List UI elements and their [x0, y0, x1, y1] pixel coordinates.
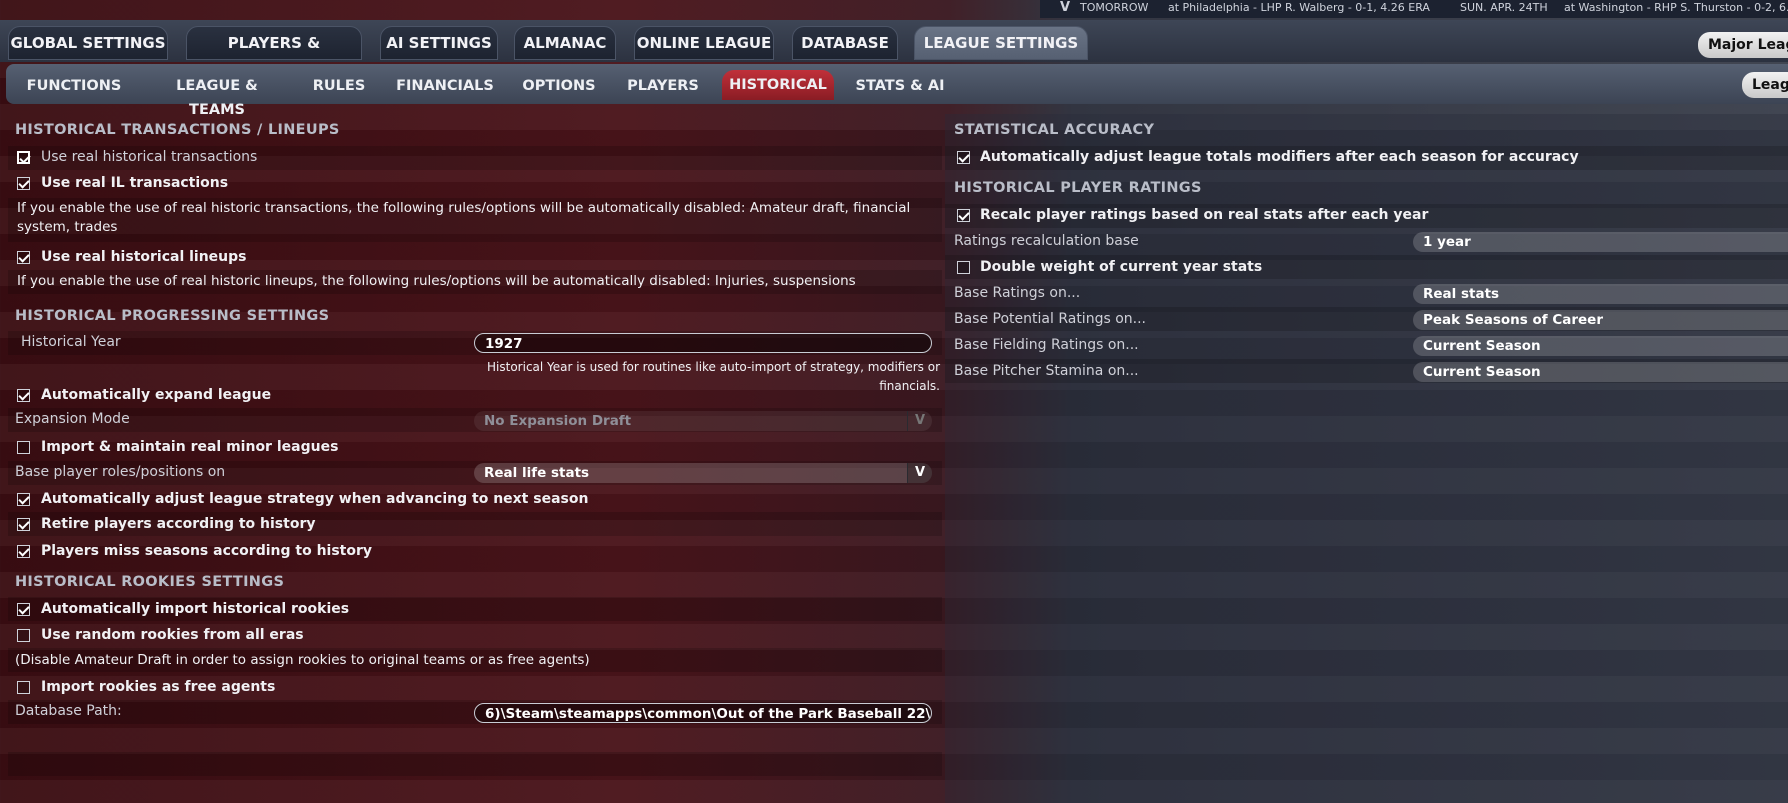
label-base-roles: Base player roles/positions on — [15, 464, 226, 480]
checkbox-auto-expand[interactable] — [17, 389, 30, 402]
label-import-minors: Import & maintain real minor leagues — [41, 439, 339, 455]
league-selector-pill[interactable]: Major League — [1698, 32, 1788, 58]
chevron-down-icon[interactable]: V — [1060, 0, 1070, 15]
note-historical-year: Historical Year is used for routines lik… — [487, 360, 940, 393]
ticker-day-1: TOMORROW — [1080, 1, 1149, 14]
checkbox-double-weight[interactable] — [957, 261, 970, 274]
label-recalc-base: Ratings recalculation base — [954, 233, 1139, 249]
label-base-stamina: Base Pitcher Stamina on... — [954, 363, 1139, 379]
tab-online-league[interactable]: ONLINE LEAGUE — [634, 26, 774, 60]
label-base-fielding: Base Fielding Ratings on... — [954, 337, 1139, 353]
checkbox-use-il[interactable] — [17, 177, 30, 190]
tab-players[interactable]: PLAYERS — [620, 74, 706, 98]
label-recalc: Recalc player ratings based on real stat… — [980, 207, 1429, 223]
label-base-potential: Base Potential Ratings on... — [954, 311, 1146, 327]
select-base-roles-value: Real life stats — [484, 465, 590, 481]
tab-stats-ai[interactable]: STATS & AI — [850, 74, 950, 98]
section-title-ratings: HISTORICAL PLAYER RATINGS — [954, 180, 1202, 196]
label-retire: Retire players according to history — [41, 516, 316, 532]
checkbox-auto-rookies[interactable] — [17, 603, 30, 616]
tab-financials[interactable]: FINANCIALS — [392, 74, 498, 98]
note-transactions: If you enable the use of real historic t… — [17, 200, 911, 235]
select-recalc-base[interactable]: 1 year — [1413, 232, 1788, 252]
label-expansion-mode: Expansion Mode — [15, 411, 130, 427]
schedule-ticker: V TOMORROW at Philadelphia - LHP R. Walb… — [1040, 0, 1788, 18]
label-auto-expand: Automatically expand league — [41, 387, 272, 403]
checkbox-auto-strategy[interactable] — [17, 493, 30, 506]
label-double-weight: Double weight of current year stats — [980, 259, 1263, 275]
checkbox-use-lineups[interactable] — [17, 251, 30, 264]
row-empty — [8, 752, 942, 776]
section-title-accuracy: STATISTICAL ACCURACY — [954, 122, 1155, 138]
checkbox-use-transactions[interactable] — [17, 151, 30, 164]
label-miss-seasons: Players miss seasons according to histor… — [41, 543, 373, 559]
checkbox-recalc[interactable] — [957, 209, 970, 222]
label-use-transactions: Use real historical transactions — [41, 149, 258, 165]
tab-league-settings[interactable]: LEAGUE SETTINGS — [914, 26, 1088, 60]
label-rookies-fa: Import rookies as free agents — [41, 679, 276, 695]
tab-global-settings[interactable]: GLOBAL SETTINGS — [8, 26, 168, 60]
tab-database[interactable]: DATABASE — [792, 26, 898, 60]
label-random-rookies: Use random rookies from all eras — [41, 627, 304, 643]
tab-options[interactable]: OPTIONS — [514, 74, 604, 98]
chevron-down-icon[interactable]: V — [907, 463, 932, 483]
input-historical-year[interactable]: 1927 — [474, 333, 932, 353]
checkbox-miss-seasons[interactable] — [17, 545, 30, 558]
label-historical-year: Historical Year — [21, 334, 121, 350]
ticker-game-1[interactable]: at Philadelphia - LHP R. Walberg - 0-1, … — [1168, 1, 1430, 14]
select-expansion-mode: No Expansion Draft V — [474, 411, 932, 431]
select-base-stamina[interactable]: Current Season — [1413, 362, 1788, 382]
tab-functions[interactable]: FUNCTIONS — [20, 74, 128, 98]
label-auto-adjust: Automatically adjust league totals modif… — [980, 149, 1579, 165]
tab-rules[interactable]: RULES — [306, 74, 372, 98]
ticker-game-2[interactable]: at Washington - RHP S. Thurston - 0-2, 6… — [1564, 1, 1788, 14]
input-db-path[interactable]: 6)\Steam\steamapps\common\Out of the Par… — [474, 703, 932, 723]
checkbox-rookies-fa[interactable] — [17, 681, 30, 694]
select-base-ratings[interactable]: Real stats — [1413, 284, 1788, 304]
label-auto-strategy: Automatically adjust league strategy whe… — [41, 491, 589, 507]
section-title-transactions: HISTORICAL TRANSACTIONS / LINEUPS — [15, 122, 340, 138]
checkbox-random-rookies[interactable] — [17, 629, 30, 642]
label-base-ratings: Base Ratings on... — [954, 285, 1081, 301]
tab-league-teams[interactable]: LEAGUE & TEAMS — [146, 74, 288, 118]
league-selector-pill-2[interactable]: League — [1742, 72, 1788, 98]
ticker-day-2: SUN. APR. 24TH — [1460, 1, 1548, 14]
note-lineups: If you enable the use of real historic l… — [17, 273, 856, 289]
tab-almanac[interactable]: ALMANAC — [514, 26, 616, 60]
tab-players-facegen[interactable]: PLAYERS & FACEGEN — [186, 26, 362, 84]
chevron-down-icon: V — [907, 411, 932, 431]
checkbox-auto-adjust[interactable] — [957, 151, 970, 164]
note-rookies: (Disable Amateur Draft in order to assig… — [15, 652, 590, 668]
select-expansion-mode-value: No Expansion Draft — [484, 413, 632, 429]
checkbox-retire[interactable] — [17, 518, 30, 531]
label-db-path: Database Path: — [15, 703, 122, 719]
select-base-roles[interactable]: Real life stats V — [474, 463, 932, 483]
section-title-rookies: HISTORICAL ROOKIES SETTINGS — [15, 574, 285, 590]
tab-ai-settings[interactable]: AI SETTINGS — [380, 26, 498, 60]
select-base-fielding[interactable]: Current Season — [1413, 336, 1788, 356]
select-base-potential[interactable]: Peak Seasons of Career — [1413, 310, 1788, 330]
label-use-il: Use real IL transactions — [41, 175, 229, 191]
tab-historical[interactable]: HISTORICAL — [722, 70, 834, 100]
section-title-progressing: HISTORICAL PROGRESSING SETTINGS — [15, 308, 330, 324]
checkbox-import-minors[interactable] — [17, 441, 30, 454]
label-use-lineups: Use real historical lineups — [41, 249, 247, 265]
label-auto-rookies: Automatically import historical rookies — [41, 601, 350, 617]
